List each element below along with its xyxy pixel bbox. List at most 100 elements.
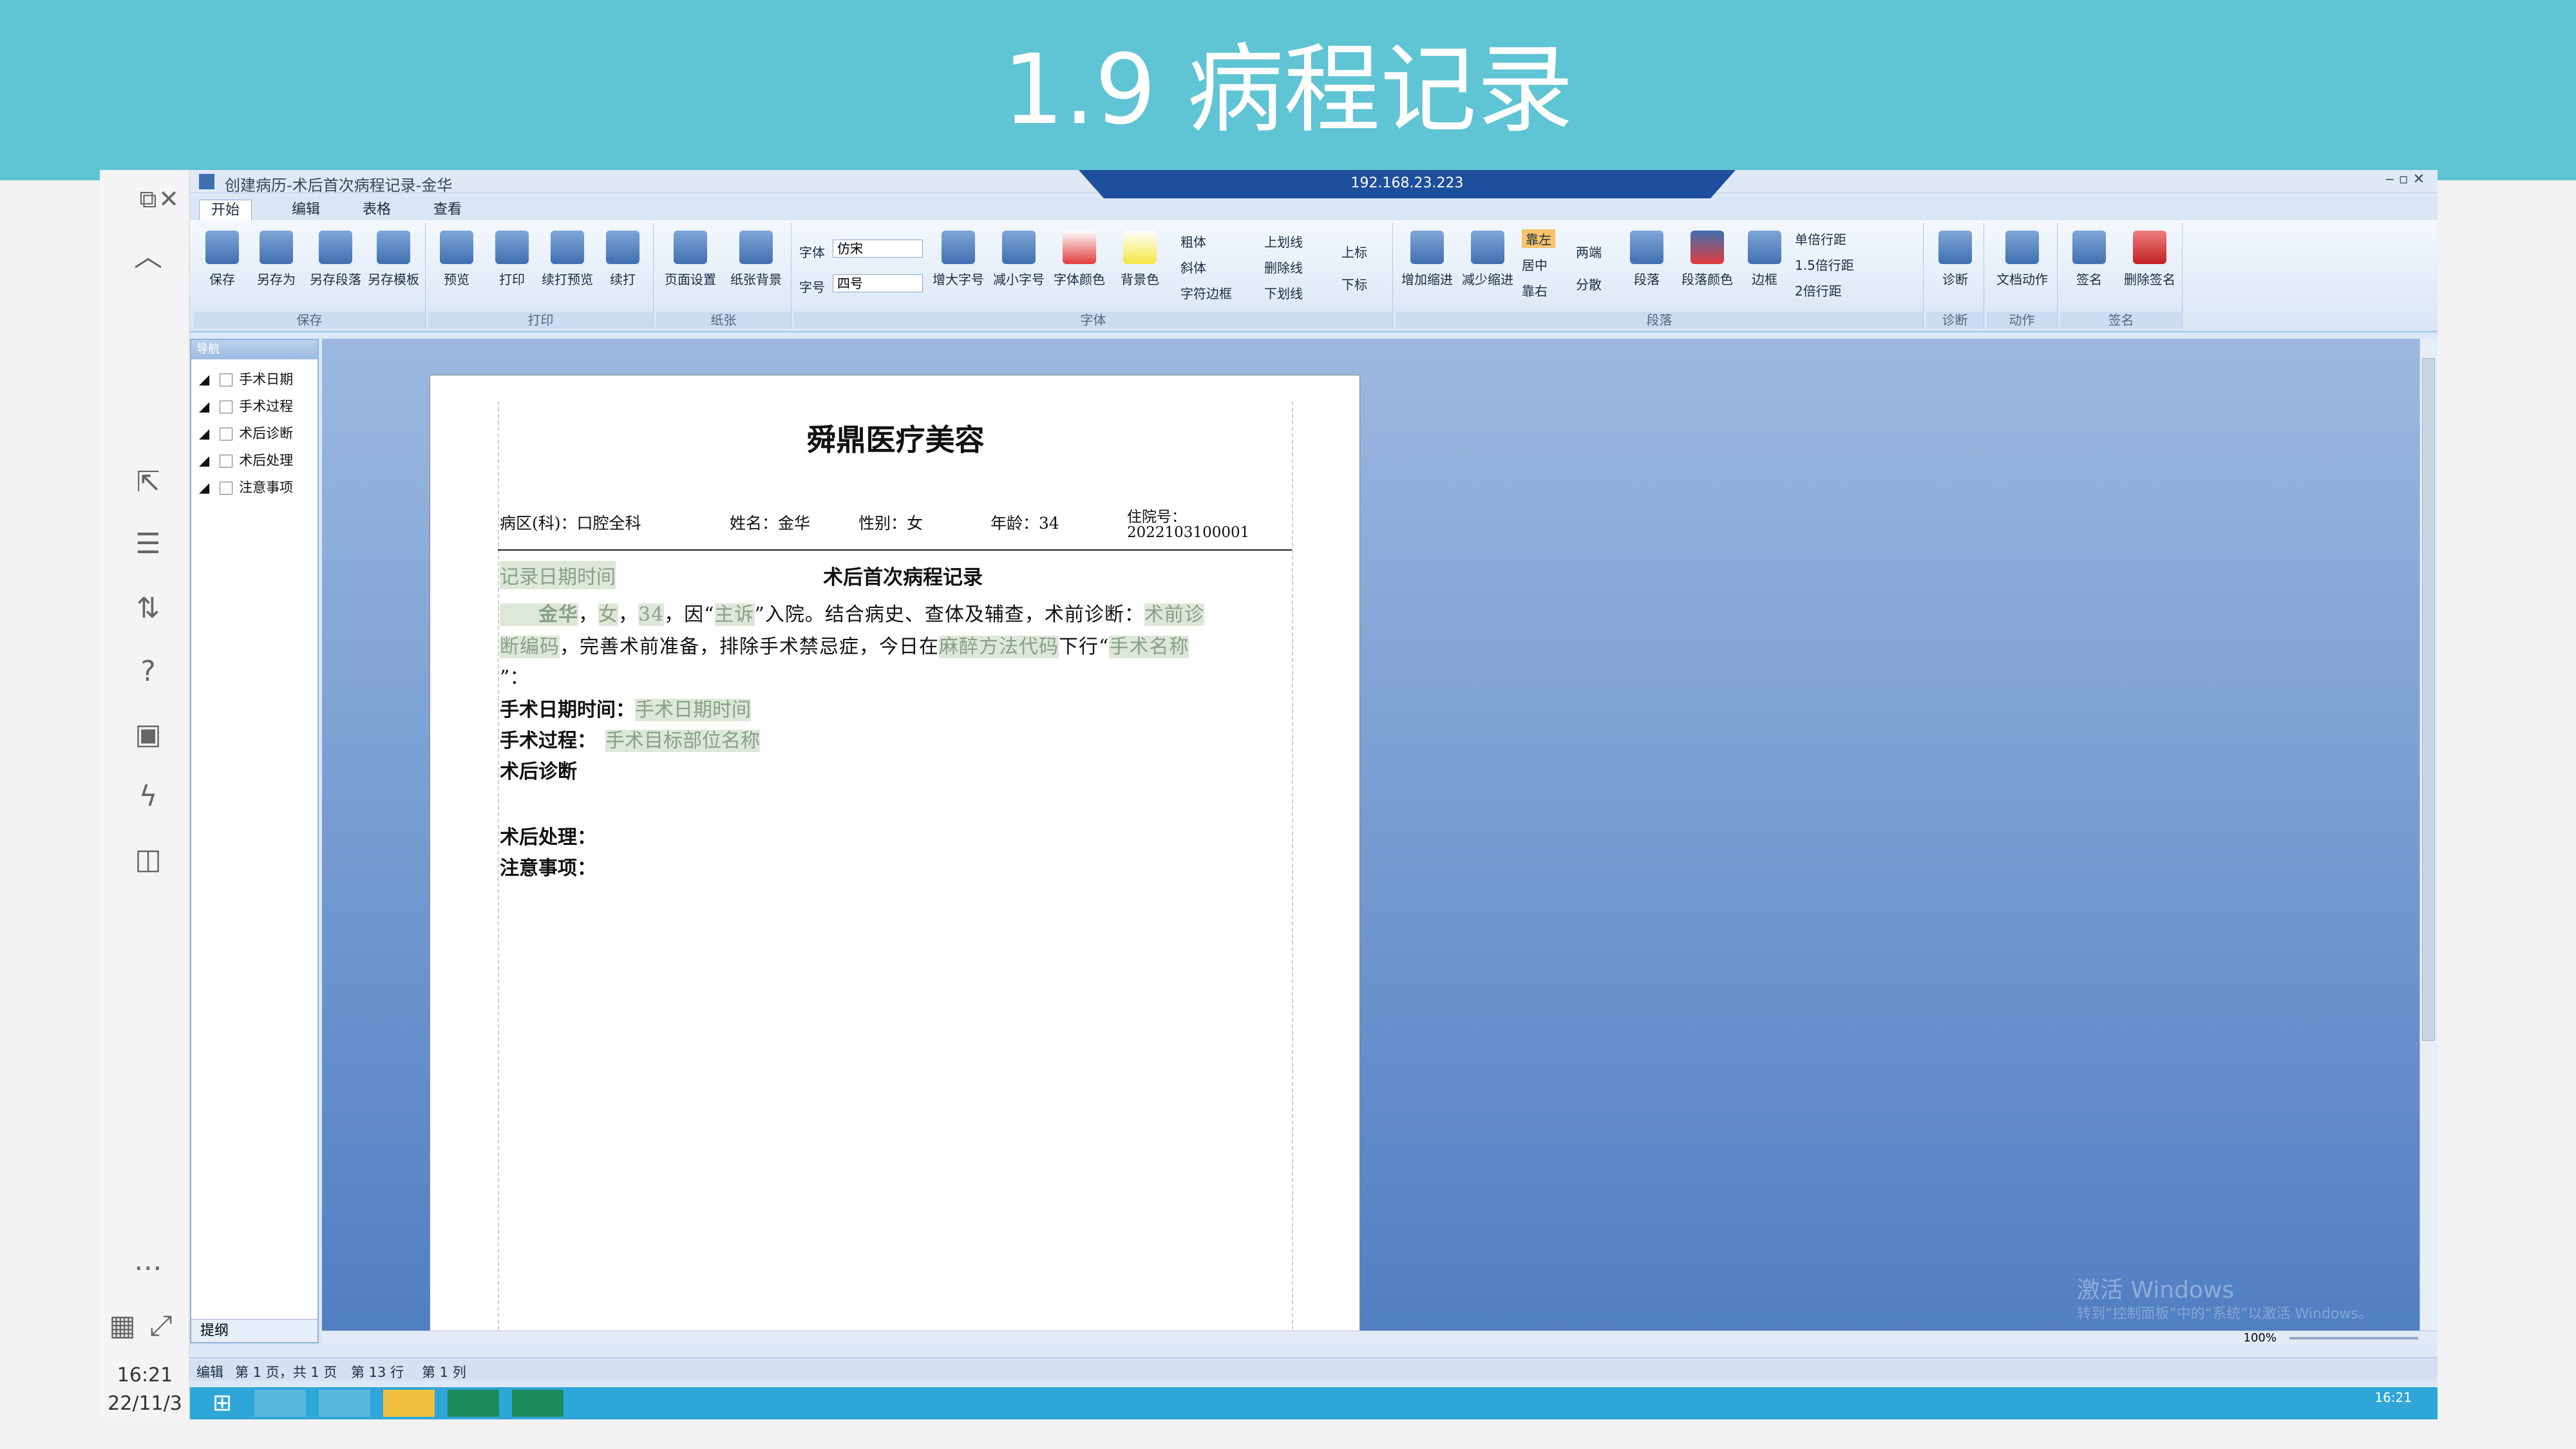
expand-icon[interactable]: ⤢ — [145, 1310, 177, 1342]
sliders-icon[interactable]: ☰ — [132, 528, 164, 560]
outline-tab[interactable]: 提纲 — [191, 1319, 317, 1342]
app-icon — [199, 174, 214, 189]
window-controls[interactable]: ‒ ▫ ✕ — [2385, 171, 2425, 187]
screenshot: ⧉ ✕ ︿ ⇱ ☰ ⇅ ? ▣ ϟ ◫ ⋯ ▦ ⤢ 16:21 22/11/3 创… — [100, 170, 2438, 1419]
save-as-icon — [260, 231, 293, 264]
distribute-button[interactable]: 分散 — [1576, 274, 1602, 293]
taskbar-app[interactable] — [448, 1390, 499, 1417]
preop-dx-field-cont: 断编码 — [500, 636, 560, 658]
header-rule — [498, 549, 1292, 551]
start-icon[interactable]: ⊞ — [196, 1390, 248, 1417]
folder-icon[interactable] — [383, 1390, 435, 1417]
single-spacing-button[interactable]: 单倍行距 — [1795, 229, 1846, 248]
printer-icon — [495, 231, 529, 264]
status-mode: 编辑 — [196, 1365, 223, 1380]
sign-button[interactable]: 签名 — [2063, 231, 2115, 288]
grow-font-button[interactable]: 增大字号 — [929, 231, 987, 288]
doc-action-button[interactable]: 文档动作 — [1990, 231, 2054, 288]
page-setup-button[interactable]: 页面设置 — [659, 231, 722, 288]
activation-watermark: 激活 Windows — [2077, 1277, 2235, 1303]
diagnosis-button[interactable]: 诊断 — [1929, 231, 1981, 288]
more-icon[interactable]: ⋯ — [132, 1252, 164, 1284]
superscript-button[interactable]: 上标 — [1341, 242, 1367, 261]
continue-print-button[interactable]: 续打 — [597, 231, 649, 288]
save-as-button[interactable]: 另存为 — [251, 231, 302, 288]
indent-button[interactable]: 增加缩进 — [1398, 231, 1456, 288]
vertical-scrollbar[interactable] — [2420, 339, 2438, 1331]
taskbar-app[interactable] — [512, 1390, 564, 1417]
double-spacing-button[interactable]: 2倍行距 — [1795, 281, 1842, 299]
document-page[interactable]: 舜鼎医疗美容 病区(科)：口腔全科 姓名：金华 性别：女 年龄：34 住院号： 2… — [430, 375, 1360, 1343]
strikethrough-button[interactable]: 删除线 — [1264, 258, 1303, 276]
subscript-button[interactable]: 下标 — [1341, 274, 1367, 293]
save-template-button[interactable]: 另存模板 — [368, 231, 419, 288]
align-center-button[interactable]: 居中 — [1522, 255, 1548, 274]
overline-button[interactable]: 上划线 — [1264, 232, 1303, 251]
group-label: 签名 — [2060, 312, 2182, 328]
record-title: 术后首次病程记录 — [823, 566, 983, 589]
scroll-thumb[interactable] — [2422, 358, 2435, 1041]
chevron-up-icon[interactable]: ︿ — [132, 241, 164, 273]
nav-item[interactable]: ◢ 手术过程 — [191, 393, 317, 420]
justify-button[interactable]: 两端 — [1576, 242, 1602, 261]
left-clock: 16:21 22/11/3 — [108, 1364, 182, 1415]
size-select[interactable]: 四号 — [833, 274, 923, 292]
checkbox — [220, 428, 233, 440]
tab-view[interactable]: 查看 — [422, 200, 473, 220]
paragraph-color-button[interactable]: 段落颜色 — [1675, 231, 1739, 288]
one-half-spacing-button[interactable]: 1.5倍行距 — [1795, 255, 1854, 274]
continue-preview-button[interactable]: 续打预览 — [542, 231, 593, 288]
outdent-button[interactable]: 减少缩进 — [1459, 231, 1517, 288]
continue-preview-icon — [551, 231, 584, 264]
sort-icon[interactable]: ⇅ — [132, 592, 164, 625]
nav-item[interactable]: ◢ 手术日期 — [191, 366, 317, 393]
align-right-button[interactable]: 靠右 — [1522, 281, 1548, 299]
apps-icon[interactable]: ▦ — [106, 1310, 138, 1342]
save-button[interactable]: 保存 — [196, 231, 248, 288]
preview-button[interactable]: 预览 — [431, 231, 482, 288]
italic-button[interactable]: 斜体 — [1180, 258, 1206, 276]
record-time-field[interactable]: 记录日期时间 — [500, 561, 616, 589]
taskbar-app[interactable] — [319, 1390, 370, 1417]
complaint-field: 主诉 — [714, 603, 755, 626]
align-left-button[interactable]: 靠左 — [1522, 229, 1555, 248]
help-icon[interactable]: ? — [132, 656, 164, 688]
char-border-button[interactable]: 字符边框 — [1180, 283, 1232, 302]
image-edit-icon[interactable]: ▣ — [132, 719, 164, 751]
app-window: 创建病历-术后首次病程记录-金华 ‒ ▫ ✕ 192.168.23.223 开始… — [190, 170, 2438, 1419]
tab-edit[interactable]: 编辑 — [280, 200, 332, 220]
border-button[interactable]: 边框 — [1742, 231, 1787, 288]
remote-bar[interactable]: 192.168.23.223 — [1079, 170, 1736, 200]
font-color-button[interactable]: 字体颜色 — [1050, 231, 1108, 288]
nav-item[interactable]: ◢ 术后诊断 — [191, 420, 317, 447]
lightning-icon[interactable]: ϟ — [132, 781, 164, 813]
ribbon: 保存 另存为 另存段落 另存模板 保存 预览 打印 续打预览 续打 打印 页面设… — [190, 220, 2438, 332]
diagnosis-group: 诊断 诊断 — [1926, 223, 1984, 328]
font-select[interactable]: 仿宋 — [833, 240, 923, 258]
tab-start[interactable]: 开始 — [199, 200, 252, 220]
tab-table[interactable]: 表格 — [351, 200, 402, 220]
nav-item[interactable]: ◢ 术后处理 — [191, 447, 317, 474]
paragraph-group: 增加缩进 减少缩进 靠左 居中 靠右 两端 分散 段落 段落颜色 边框 单倍行距… — [1396, 223, 1924, 328]
book-icon[interactable]: ◫ — [132, 844, 164, 876]
body-line-3: ”： — [500, 667, 529, 689]
nav-item[interactable]: ◢ 注意事项 — [191, 474, 317, 501]
size-label: 字号 — [799, 279, 825, 295]
taskbar-app[interactable] — [254, 1390, 306, 1417]
close-icon[interactable]: ✕ — [153, 183, 185, 215]
checkbox — [220, 455, 233, 468]
bg-color-button[interactable]: 背景色 — [1111, 231, 1169, 288]
pilcrow-color-icon — [1690, 231, 1724, 264]
bold-button[interactable]: 粗体 — [1180, 232, 1206, 251]
paper-bg-button[interactable]: 纸张背景 — [724, 231, 788, 288]
zoom-value[interactable]: 100% — [2244, 1331, 2277, 1345]
print-button[interactable]: 打印 — [486, 231, 538, 288]
paragraph-button[interactable]: 段落 — [1621, 231, 1672, 288]
zoom-slider[interactable] — [2289, 1337, 2418, 1340]
pointer-icon[interactable]: ⇱ — [132, 466, 164, 498]
save-paragraph-button[interactable]: 另存段落 — [310, 231, 361, 288]
delete-sign-button[interactable]: 删除签名 — [2119, 231, 2180, 288]
status-col: 第 1 列 — [422, 1365, 466, 1380]
shrink-font-button[interactable]: 减小字号 — [990, 231, 1048, 288]
underline-button[interactable]: 下划线 — [1264, 283, 1303, 302]
